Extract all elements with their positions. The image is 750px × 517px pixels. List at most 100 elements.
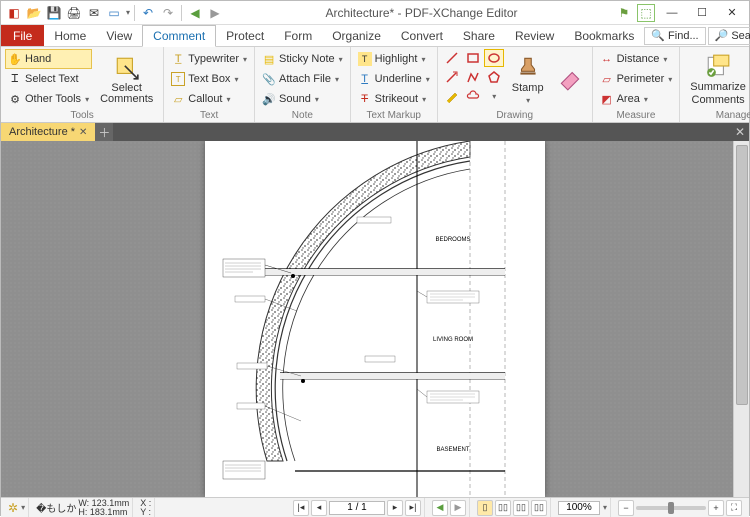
doc-tab-architecture[interactable]: Architecture * ✕	[1, 123, 95, 141]
layout-cont-button[interactable]: ▯▯	[495, 500, 511, 516]
zoom-in-button[interactable]: +	[708, 500, 724, 516]
prev-page-button[interactable]: ◂	[311, 500, 327, 516]
vertical-scrollbar[interactable]	[733, 141, 749, 497]
scan-icon[interactable]: ▭	[105, 4, 123, 22]
menu-comment[interactable]: Comment	[142, 25, 216, 47]
nav-fwd-icon[interactable]: ▶	[206, 4, 224, 22]
window-title: Architecture* - PDF-XChange Editor	[228, 6, 615, 20]
strike-icon: T	[358, 92, 372, 106]
scroll-thumb[interactable]	[736, 145, 748, 405]
undo-icon[interactable]: ↶	[139, 4, 157, 22]
shape-arrow[interactable]	[442, 68, 462, 86]
strikeout-tool[interactable]: TStrikeout▾	[355, 89, 433, 109]
callout-icon: ▱	[171, 92, 185, 106]
nav-fwd-button[interactable]: ▶	[450, 500, 466, 516]
menu-convert[interactable]: Convert	[391, 25, 453, 46]
textbox-tool[interactable]: TText Box▾	[168, 69, 250, 89]
zoom-out-button[interactable]: −	[618, 500, 634, 516]
save-icon[interactable]: 💾	[45, 4, 63, 22]
next-page-button[interactable]: ▸	[387, 500, 403, 516]
typewriter-icon: T̲	[171, 52, 185, 66]
callout-tool[interactable]: ▱Callout▾	[168, 89, 250, 109]
menu-home[interactable]: Home	[44, 25, 96, 46]
summarize-button[interactable]: Summarize Comments	[684, 49, 750, 109]
shape-pencil[interactable]	[442, 87, 462, 105]
area-tool[interactable]: ◩Area▾	[597, 89, 676, 109]
typewriter-tool[interactable]: T̲Typewriter▾	[168, 49, 250, 69]
search-button[interactable]: 🔎Search...	[708, 27, 750, 45]
layout-two-button[interactable]: ▯▯	[513, 500, 529, 516]
find-button[interactable]: 🔍Find...	[644, 27, 705, 45]
highlight-icon: T	[358, 52, 372, 66]
file-tab[interactable]: File	[1, 25, 44, 46]
shape-oval[interactable]	[484, 49, 504, 67]
shape-line[interactable]	[442, 49, 462, 67]
select-text-tool[interactable]: ᏆSelect Text	[5, 69, 92, 89]
other-tools[interactable]: ⚙Other Tools▾	[5, 89, 92, 109]
shape-polyline[interactable]	[463, 68, 483, 86]
shape-dropdown[interactable]: ▾	[484, 87, 504, 105]
ribbon-group-tools: ✋Hand ᏆSelect Text ⚙Other Tools▾ Select …	[1, 47, 164, 122]
menu-protect[interactable]: Protect	[216, 25, 274, 46]
doc-tabs-close-all[interactable]: ✕	[731, 123, 749, 141]
menu-form[interactable]: Form	[274, 25, 322, 46]
fit-page-button[interactable]: ⛶	[726, 500, 742, 516]
doc-tab-add[interactable]: ＋	[95, 123, 113, 141]
hand-tool[interactable]: ✋Hand	[5, 49, 92, 69]
app-icon[interactable]: ◧	[5, 4, 23, 22]
menu-organize[interactable]: Organize	[322, 25, 391, 46]
ribbon-group-manage: Summarize Comments ⤓Import ⤒Export ☰Show…	[680, 47, 750, 122]
nav-back-button[interactable]: ◀	[432, 500, 448, 516]
select-comments-button[interactable]: Select Comments	[94, 49, 159, 109]
drawing-content: BEDROOMS LIVING ROOM BASEMENT	[205, 141, 545, 497]
distance-icon: ↔	[600, 52, 614, 66]
zoom-input[interactable]	[558, 501, 600, 515]
window-controls: ⚑ ⬚ — ☐ ✕	[615, 3, 749, 23]
stamp-button[interactable]: Stamp ▾	[506, 49, 550, 109]
layout-single-button[interactable]: ▯	[477, 500, 493, 516]
minimize-button[interactable]: —	[659, 3, 685, 23]
attach-file-tool[interactable]: 📎Attach File▾	[259, 69, 346, 89]
first-page-button[interactable]: |◂	[293, 500, 309, 516]
menu-bookmarks[interactable]: Bookmarks	[564, 25, 644, 46]
launch-icon[interactable]: ⬚	[637, 4, 655, 22]
nav-back-icon[interactable]: ◀	[186, 4, 204, 22]
pdf-page[interactable]: BEDROOMS LIVING ROOM BASEMENT	[205, 141, 545, 497]
last-page-button[interactable]: ▸|	[405, 500, 421, 516]
menu-share[interactable]: Share	[453, 25, 505, 46]
menu-review[interactable]: Review	[505, 25, 564, 46]
close-button[interactable]: ✕	[719, 3, 745, 23]
svg-text:BASEMENT: BASEMENT	[436, 447, 469, 453]
menu-view[interactable]: View	[96, 25, 142, 46]
sticky-note-tool[interactable]: ▤Sticky Note▾	[259, 49, 346, 69]
eraser-button[interactable]	[552, 49, 588, 109]
page-input[interactable]	[329, 501, 385, 515]
shape-cloud[interactable]	[463, 87, 483, 105]
ui-opts-icon[interactable]: ⚑	[615, 4, 633, 22]
layout-two-cont-button[interactable]: ▯▯	[531, 500, 547, 516]
textbox-icon: T	[171, 72, 185, 86]
doc-tab-close-icon[interactable]: ✕	[79, 127, 87, 138]
gear-icon: ⚙	[8, 92, 22, 106]
ribbon-group-note: ▤Sticky Note▾ 📎Attach File▾ 🔊Sound▾ Note	[255, 47, 351, 122]
open-icon[interactable]: 📂	[25, 4, 43, 22]
shape-rect[interactable]	[463, 49, 483, 67]
options-icon[interactable]: ✲	[8, 501, 18, 515]
document-tabs: Architecture * ✕ ＋ ✕	[1, 123, 749, 141]
sound-tool[interactable]: 🔊Sound▾	[259, 89, 346, 109]
paperclip-icon: 📎	[262, 72, 276, 86]
distance-tool[interactable]: ↔Distance▾	[597, 49, 676, 69]
perimeter-tool[interactable]: ▱Perimeter▾	[597, 69, 676, 89]
redo-icon[interactable]: ↷	[159, 4, 177, 22]
perimeter-icon: ▱	[600, 72, 614, 86]
print-icon[interactable]: 🖨	[65, 4, 83, 22]
zoom-slider[interactable]	[636, 506, 706, 510]
document-area: BEDROOMS LIVING ROOM BASEMENT	[1, 141, 749, 497]
maximize-button[interactable]: ☐	[689, 3, 715, 23]
highlight-tool[interactable]: THighlight▾	[355, 49, 433, 69]
status-bar: ✲▾ �もしか W: 123.1mmH: 183.1mm X :Y : |◂ ◂…	[1, 497, 749, 517]
underline-tool[interactable]: TUnderline▾	[355, 69, 433, 89]
ribbon-group-measure: ↔Distance▾ ▱Perimeter▾ ◩Area▾ Measure	[593, 47, 681, 122]
shape-polygon[interactable]	[484, 68, 504, 86]
email-icon[interactable]: ✉	[85, 4, 103, 22]
